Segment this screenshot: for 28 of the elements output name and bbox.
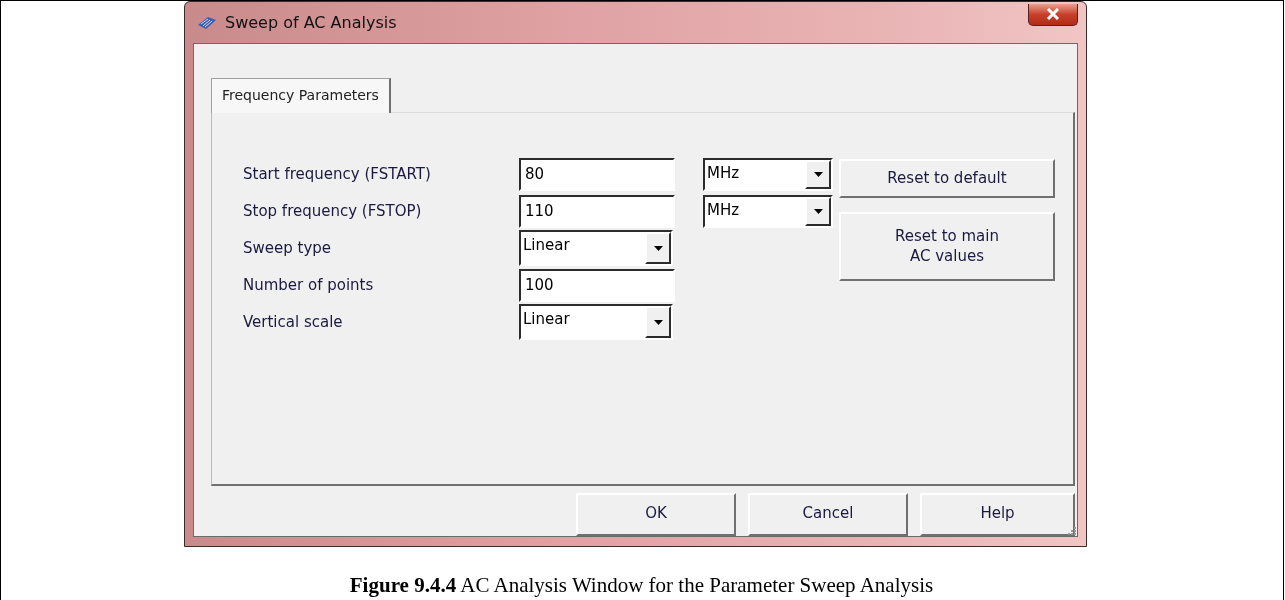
field-label: Stop frequency (FSTOP) [243,202,423,220]
dialog-button[interactable]: Cancel [748,492,908,536]
field-label: Start frequency (FSTART) [243,165,432,183]
input-field[interactable]: 110 [519,194,675,228]
field-label: Vertical scale [243,313,344,331]
field-label: Sweep type [243,239,333,257]
input-field[interactable]: 80 [519,157,675,191]
dialog-button[interactable]: OK [576,492,736,536]
dropdown-arrow-icon [813,171,823,177]
dropdown[interactable]: MHz [703,194,833,228]
window-title: Sweep of AC Analysis [225,13,398,32]
reset-button[interactable]: Reset to main AC values [839,212,1055,281]
input-field[interactable]: 100 [519,268,675,302]
dropdown[interactable]: Linear [519,230,673,266]
dropdown-arrow-icon [653,319,663,325]
close-button[interactable] [1028,3,1078,26]
dialog-button[interactable]: Help [920,492,1075,536]
tab[interactable]: Frequency Parameters [211,78,391,113]
field-label: Number of points [243,276,375,294]
dropdown-arrow-icon [653,245,663,251]
close-icon [1044,8,1062,20]
dropdown[interactable]: Linear [519,304,673,340]
reset-button[interactable]: Reset to default [839,159,1055,198]
dropdown-arrow-icon [813,208,823,214]
app-icon [197,15,217,30]
figure-caption: Figure 9.4.4 AC Analysis Window for the Parameter Sweep Analysis [349,573,934,597]
dropdown[interactable]: MHz [703,157,833,191]
resize-grip-icon[interactable] [1067,526,1076,535]
